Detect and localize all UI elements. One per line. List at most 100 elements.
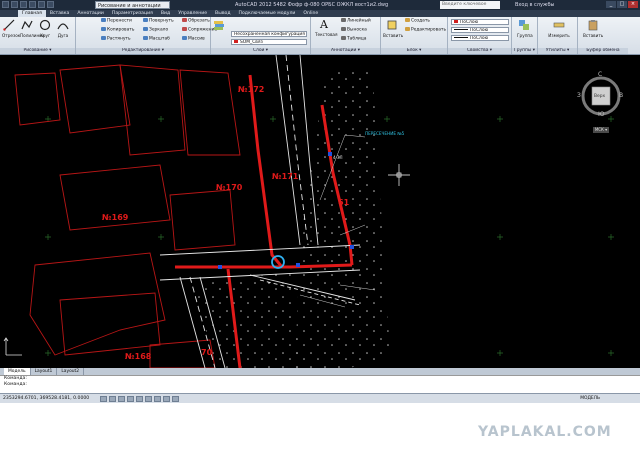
workspace-select[interactable]: Рисование и аннотации: [95, 1, 170, 9]
maximize-button[interactable]: □: [617, 1, 627, 8]
lineweight-toggle-icon[interactable]: [172, 396, 179, 402]
tab-manage[interactable]: Управление: [174, 10, 211, 17]
rotate-tool[interactable]: Повернуть: [143, 18, 174, 25]
draw-panel-title[interactable]: Рисование ▾: [0, 48, 75, 54]
osnap-toggle-icon[interactable]: [136, 396, 143, 402]
viewcube-south[interactable]: Ю: [598, 111, 604, 118]
text-tool[interactable]: A Текстовая: [315, 19, 338, 38]
tab-output[interactable]: Вывод: [211, 10, 234, 17]
linear-dim-tool[interactable]: Линейный: [341, 18, 371, 25]
insert-block-tool[interactable]: Вставить: [383, 19, 403, 38]
dyn-toggle-icon[interactable]: [163, 396, 170, 402]
group-tool[interactable]: Группа: [517, 19, 533, 38]
site-watermark: YAPLAKAL.COM: [478, 424, 612, 440]
modify-panel-title[interactable]: Редактирование ▾: [76, 48, 210, 54]
open-icon[interactable]: [20, 1, 27, 8]
wcs-menu[interactable]: МСК ▾: [593, 127, 609, 133]
stretch-label: Растянуть: [107, 36, 131, 42]
model-space-indicator[interactable]: МОДЕЛЬ: [580, 395, 600, 403]
minimize-button[interactable]: _: [606, 1, 616, 8]
status-bar: 2353294.6701, 369528.4181, 0.0000 МОДЕЛЬ: [0, 393, 640, 403]
ortho-toggle-icon[interactable]: [118, 396, 125, 402]
drawing-canvas[interactable]: №172 №171 №170 №169 №168 61 70 4-ЗЛ ПЕРЕ…: [0, 54, 640, 369]
tab-plugins[interactable]: Подключаемые модули: [235, 10, 300, 17]
app-menu-icon[interactable]: [2, 1, 9, 8]
ucs-icon: [3, 337, 22, 356]
tab-home[interactable]: Главная: [18, 10, 46, 17]
tab-view[interactable]: Вид: [157, 10, 174, 17]
leader-label: Выноска: [347, 27, 367, 33]
save-icon[interactable]: [29, 1, 36, 8]
viewcube-west[interactable]: З: [577, 92, 581, 99]
new-icon[interactable]: [11, 1, 18, 8]
trim-tool[interactable]: Обрезать: [182, 18, 210, 25]
tab-model[interactable]: Модель: [4, 368, 31, 375]
current-layer-label: SOM_Связ: [240, 40, 263, 45]
groups-panel-title[interactable]: Группы ▾: [512, 48, 537, 54]
paste-tool-label: Вставить: [583, 33, 604, 38]
linetype-select[interactable]: ПоСлою: [451, 27, 509, 33]
viewcube-east[interactable]: В: [619, 92, 623, 99]
layer-state-select[interactable]: Несохраненная конфигурация слоев: [231, 31, 307, 37]
viewcube-north[interactable]: С: [598, 71, 602, 78]
create-block-tool[interactable]: Создать: [405, 18, 430, 25]
viewcube-top-face[interactable]: Верх: [594, 94, 605, 99]
window-title: AutoCAD 2012 5482 Фофр ф-080 ОРБС ОЖКЛ в…: [235, 2, 389, 8]
lineweight-select[interactable]: ПоСлою: [451, 35, 509, 41]
tab-annotate[interactable]: Аннотации: [73, 10, 108, 17]
mirror-label: Зеркало: [149, 27, 169, 33]
utilities-panel-title[interactable]: Утилиты ▾: [538, 48, 577, 54]
dimension-icon: [341, 18, 346, 22]
color-select[interactable]: ПоСлою: [451, 19, 509, 25]
tab-layout1[interactable]: Layout1: [31, 368, 58, 375]
move-icon: [101, 18, 106, 22]
layers-icon: [214, 21, 224, 30]
sign-in-link[interactable]: Вход в службы: [515, 0, 554, 10]
array-icon: [182, 36, 187, 40]
layers-panel-title[interactable]: Слои ▾: [211, 48, 310, 54]
undo-icon[interactable]: [38, 1, 45, 8]
drawing-svg[interactable]: №172 №171 №170 №169 №168 61 70 4-ЗЛ ПЕРЕ…: [0, 54, 640, 369]
ribbon: Отрезок Полилиния Круг Дуга Рисование ▾ …: [0, 17, 640, 55]
move-tool[interactable]: Перенести: [101, 18, 132, 25]
layer-properties-tool[interactable]: [212, 19, 226, 33]
tab-insert[interactable]: Вставка: [46, 10, 73, 17]
array-tool[interactable]: Массив: [182, 36, 205, 43]
otrack-toggle-icon[interactable]: [145, 396, 152, 402]
snap-toggle-icon[interactable]: [100, 396, 107, 402]
edit-block-tool[interactable]: Редактировать: [405, 27, 446, 34]
ducs-toggle-icon[interactable]: [154, 396, 161, 402]
arc-tool[interactable]: Дуга: [56, 19, 70, 38]
viewcube[interactable]: С Ю В З Верх: [577, 71, 624, 119]
stretch-tool[interactable]: Растянуть: [101, 36, 131, 43]
grid-toggle-icon[interactable]: [109, 396, 116, 402]
polar-toggle-icon[interactable]: [127, 396, 134, 402]
drafting-toggles: [100, 396, 179, 402]
annotation-panel-title[interactable]: Аннотации ▾: [311, 48, 380, 54]
table-tool[interactable]: Таблица: [341, 36, 366, 43]
current-layer-select[interactable]: SOM_Связ: [231, 39, 307, 45]
clipboard-panel-title[interactable]: Буфер обмена: [578, 48, 628, 54]
paste-tool[interactable]: Вставить: [583, 19, 603, 38]
line-tool[interactable]: Отрезок: [2, 19, 20, 38]
close-button[interactable]: ×: [628, 1, 638, 8]
command-input[interactable]: Команда:: [0, 382, 640, 388]
linear-label: Линейный: [347, 18, 371, 24]
scale-icon: [143, 36, 148, 40]
copy-tool[interactable]: Копировать: [101, 27, 134, 34]
help-search-input[interactable]: Введите ключевое слово/фразу: [440, 1, 500, 15]
scale-tool[interactable]: Масштаб: [143, 36, 170, 43]
layout-tabs: Модель Layout1 Layout2: [0, 368, 640, 375]
properties-panel-title[interactable]: Свойства ▾: [448, 48, 511, 54]
polyline-tool[interactable]: Полилиния: [20, 19, 45, 38]
tab-layout2[interactable]: Layout2: [57, 368, 85, 375]
block-panel-title[interactable]: Блок ▾: [381, 48, 447, 54]
tab-online[interactable]: Online: [299, 10, 322, 17]
circle-tool[interactable]: Круг: [38, 19, 52, 38]
leader-tool[interactable]: Выноска: [341, 27, 367, 34]
measure-tool[interactable]: Измерить: [548, 19, 570, 38]
mirror-tool[interactable]: Зеркало: [143, 27, 168, 34]
tab-parametric[interactable]: Параметризация: [108, 10, 157, 17]
redo-icon[interactable]: [47, 1, 54, 8]
circle-tool-label: Круг: [39, 33, 51, 38]
